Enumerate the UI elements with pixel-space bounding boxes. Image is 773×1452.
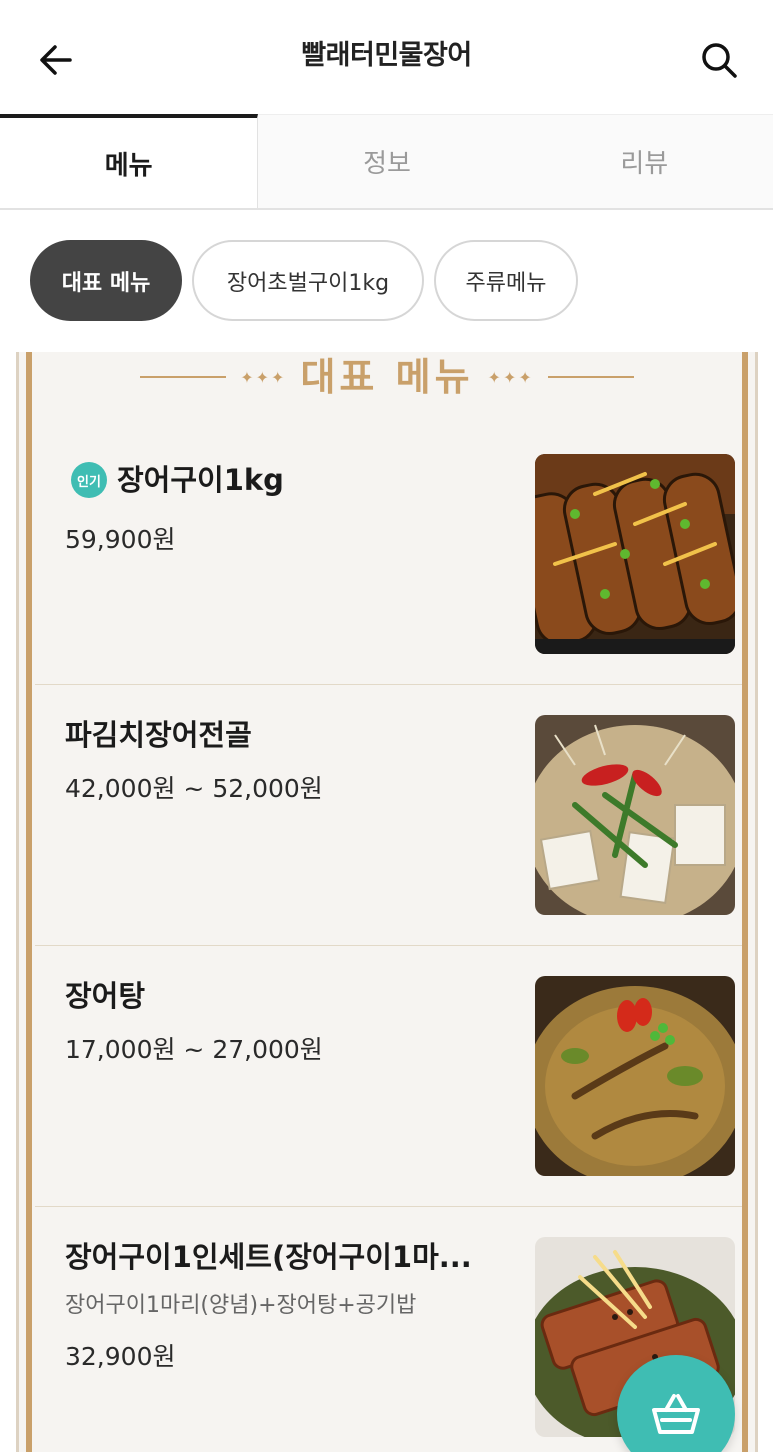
search-icon (702, 43, 737, 78)
menu-item-name: 장어구이1kg (117, 463, 284, 497)
category-chips: 대표 메뉴 장어초벌구이1kg 주류메뉴 (30, 240, 578, 321)
menu-item[interactable]: 인기 장어구이1kg 59,900원 (35, 424, 745, 685)
menu-item-price: 42,000원 ~ 52,000원 (65, 774, 323, 803)
menu-item-photo[interactable] (535, 976, 735, 1176)
section-heading: ✦✦✦ 대표 메뉴 ✦✦✦ (19, 352, 755, 402)
menu-item-price: 32,900원 (65, 1342, 176, 1371)
menu-board: ✦✦✦ 대표 메뉴 ✦✦✦ 인기 장어구이1kg 59,900원 파김치장어전골… (16, 352, 758, 1452)
section-title: 대표 메뉴 (300, 355, 474, 399)
menu-item-price: 59,900원 (65, 525, 176, 554)
menu-item-photo[interactable] (535, 715, 735, 915)
divider (140, 376, 227, 378)
divider (547, 376, 634, 378)
chip-signature-menu[interactable]: 대표 메뉴 (30, 240, 182, 321)
menu-item[interactable]: 파김치장어전골 42,000원 ~ 52,000원 (35, 685, 745, 946)
popular-badge: 인기 (71, 462, 107, 498)
ornament-left: ✦✦✦ (240, 367, 287, 387)
menu-item-name: 장어탕 (65, 979, 146, 1013)
store-title: 빨래터민물장어 (301, 40, 472, 71)
basket-icon (652, 1394, 700, 1434)
chip-drinks-menu[interactable]: 주류메뉴 (434, 240, 578, 321)
ornament-right: ✦✦✦ (487, 367, 534, 387)
menu-item-name: 파김치장어전골 (65, 718, 252, 752)
app-header: 빨래터민물장어 (0, 0, 773, 115)
menu-item-photo[interactable] (535, 454, 735, 654)
menu-item-price: 17,000원 ~ 27,000원 (65, 1035, 323, 1064)
search-button[interactable] (695, 36, 743, 84)
tab-menu[interactable]: 메뉴 (0, 114, 259, 208)
tab-reviews[interactable]: 리뷰 (515, 114, 773, 208)
tab-bar: 메뉴 정보 리뷰 (0, 114, 773, 210)
menu-item[interactable]: 장어탕 17,000원 ~ 27,000원 (35, 946, 745, 1207)
tab-info[interactable]: 정보 (258, 114, 516, 208)
chip-eel-grill-1kg[interactable]: 장어초벌구이1kg (192, 240, 424, 321)
menu-item-description: 장어구이1마리(양념)+장어탕+공기밥 (65, 1293, 417, 1318)
menu-item-name: 장어구이1인세트(장어구이1마... (65, 1240, 472, 1274)
